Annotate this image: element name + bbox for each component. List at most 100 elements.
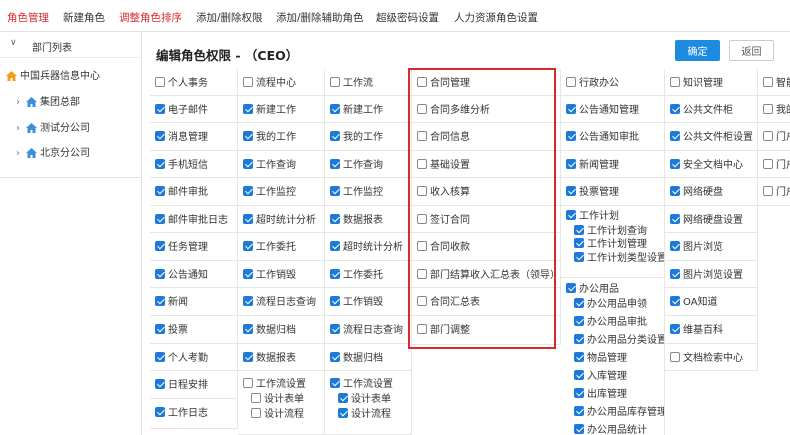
permission-item[interactable]: 公告通知管理 [566,104,639,117]
permission-item[interactable]: 投票管理 [566,186,619,199]
permission-item[interactable]: 物品管理 [574,352,627,365]
nav-hr-role-settings[interactable]: 人力资源角色设置 [454,10,538,25]
permission-item[interactable]: 图片浏览 [670,241,723,254]
permission-checkbox[interactable] [574,352,584,362]
permission-item[interactable]: 流程日志查询 [330,324,403,337]
permission-checkbox[interactable] [155,241,165,251]
permission-item[interactable]: 工作计划管理 [574,238,647,251]
permission-item[interactable]: 安全文档中心 [670,159,743,172]
permission-item[interactable]: 网络硬盘 [670,186,723,199]
permission-item[interactable]: 办公用品审批 [574,316,647,329]
permission-item[interactable]: 入库管理 [574,370,627,383]
permission-checkbox[interactable] [763,77,773,87]
permission-item[interactable]: 工作销毁 [243,269,296,282]
permission-item[interactable]: 工作计划类型设置 [574,252,664,265]
confirm-button[interactable]: 确定 [675,40,720,61]
permission-checkbox[interactable] [243,131,253,141]
tree-node-test-branch[interactable]: › 测试分公司 [16,119,90,137]
permission-checkbox[interactable] [330,378,340,388]
permission-item[interactable]: 出库管理 [574,388,627,401]
permission-item[interactable]: 工作流设置 [243,378,306,391]
permission-checkbox[interactable] [670,77,680,87]
permission-checkbox[interactable] [574,424,584,434]
permission-checkbox[interactable] [155,131,165,141]
permission-checkbox[interactable] [330,352,340,362]
permission-checkbox[interactable] [330,77,340,87]
permission-checkbox[interactable] [243,378,253,388]
permission-item[interactable]: 我的工作 [330,131,383,144]
permission-item[interactable]: 个人考勤 [155,352,208,365]
permission-item[interactable]: OA知道 [670,296,718,309]
permission-item[interactable]: 设计流程 [338,408,391,421]
permission-item[interactable]: 流程日志查询 [243,296,316,309]
permission-item[interactable]: 新建工作 [330,104,383,117]
permission-item[interactable]: 办公用品统计 [574,424,647,435]
permission-checkbox[interactable] [574,238,584,248]
permission-item[interactable]: 公告通知 [155,269,208,282]
permission-item[interactable]: 网络硬盘设置 [670,214,743,227]
tree-root[interactable]: 中国兵器信息中心 [6,67,100,85]
permission-item[interactable]: 任务管理 [155,241,208,254]
permission-item[interactable]: 合同多维分析 [417,104,490,117]
return-button[interactable]: 返回 [729,40,774,61]
permission-checkbox[interactable] [670,131,680,141]
permission-checkbox[interactable] [330,214,340,224]
permission-item[interactable]: 门户 [763,159,790,172]
permission-item[interactable]: 知识管理 [670,77,723,90]
permission-item[interactable]: 工作委托 [330,269,383,282]
permission-item[interactable]: 邮件审批 [155,186,208,199]
permission-checkbox[interactable] [417,104,427,114]
permission-checkbox[interactable] [566,77,576,87]
nav-adjust-role-order[interactable]: 调整角色排序 [119,10,182,25]
permission-checkbox[interactable] [338,393,348,403]
permission-item[interactable]: 工作销毁 [330,296,383,309]
permission-item[interactable]: 公告通知审批 [566,131,639,144]
permission-checkbox[interactable] [574,225,584,235]
sidebar-header[interactable]: ∨ 部门列表 [0,32,141,58]
permission-item[interactable]: 消息管理 [155,131,208,144]
permission-checkbox[interactable] [155,296,165,306]
permission-checkbox[interactable] [763,131,773,141]
permission-checkbox[interactable] [330,104,340,114]
permission-checkbox[interactable] [670,352,680,362]
permission-item[interactable]: 门户 [763,131,790,144]
permission-checkbox[interactable] [155,104,165,114]
permission-item[interactable]: 行政办公 [566,77,619,90]
permission-checkbox[interactable] [243,104,253,114]
permission-checkbox[interactable] [763,104,773,114]
permission-item[interactable]: 新建工作 [243,104,296,117]
chevron-down-icon[interactable]: ∨ [10,38,17,48]
permission-item[interactable]: 图片浏览设置 [670,269,743,282]
permission-item[interactable]: 超时统计分析 [330,241,403,254]
permission-item[interactable]: 收入核算 [417,186,470,199]
permission-checkbox[interactable] [417,214,427,224]
permission-checkbox[interactable] [417,241,427,251]
permission-item[interactable]: 文档检索中心 [670,352,743,365]
permission-item[interactable]: 工作查询 [330,159,383,172]
permission-checkbox[interactable] [574,406,584,416]
permission-checkbox[interactable] [155,269,165,279]
permission-checkbox[interactable] [574,370,584,380]
permission-item[interactable]: 签订合同 [417,214,470,227]
nav-role-management[interactable]: 角色管理 [7,10,49,25]
permission-item[interactable]: 智能 [763,77,790,90]
permission-item[interactable]: 新闻 [155,296,188,309]
permission-checkbox[interactable] [670,159,680,169]
permission-checkbox[interactable] [338,408,348,418]
permission-checkbox[interactable] [417,269,427,279]
permission-checkbox[interactable] [417,296,427,306]
permission-checkbox[interactable] [243,186,253,196]
permission-item[interactable]: 合同信息 [417,131,470,144]
permission-checkbox[interactable] [574,298,584,308]
permission-checkbox[interactable] [155,352,165,362]
permission-item[interactable]: 设计表单 [338,393,391,406]
permission-checkbox[interactable] [417,324,427,334]
permission-item[interactable]: 工作计划 [566,210,619,223]
permission-item[interactable]: 手机短信 [155,159,208,172]
permission-item[interactable]: 新闻管理 [566,159,619,172]
permission-item[interactable]: 设计流程 [251,408,304,421]
permission-checkbox[interactable] [330,159,340,169]
permission-checkbox[interactable] [574,388,584,398]
permission-checkbox[interactable] [566,159,576,169]
permission-item[interactable]: 公共文件柜 [670,104,733,117]
